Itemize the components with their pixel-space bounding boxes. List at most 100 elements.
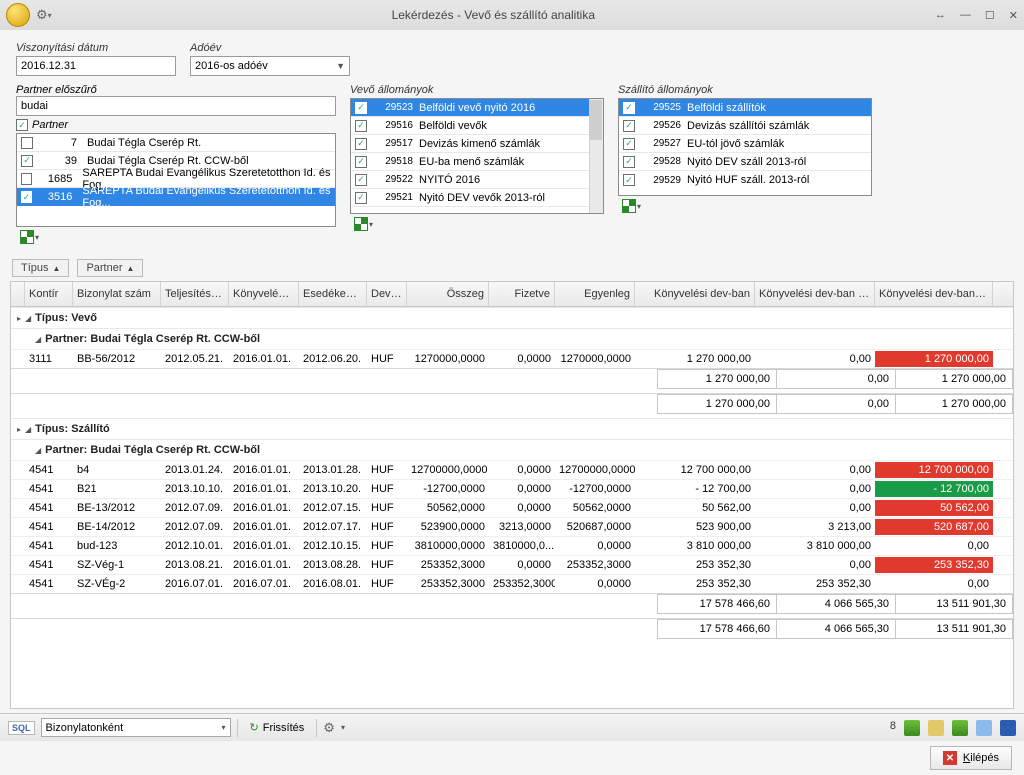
vevo-row[interactable]: ✓29523Belföldi vevő nyitó 2016 [351, 99, 603, 117]
partner-listbox[interactable]: 7Budai Tégla Cserép Rt. ✓ 39 Budai Tégla Cs… [16, 133, 336, 227]
partner-eloszuro-input[interactable] [16, 96, 336, 116]
data-row[interactable]: 4541 bud-123 2012.10.01. 2016.01.01. 201… [11, 536, 1013, 555]
app-logo-icon [6, 3, 30, 27]
col-biz[interactable]: Bizonylat szám [73, 282, 161, 306]
checkbox[interactable] [21, 137, 33, 149]
partner-group-header[interactable]: ◢ Partner: Budai Tégla Cserép Rt. CCW-bő… [11, 328, 1013, 349]
partner-name: Budai Tégla Cserép Rt. CCW-ből [87, 155, 249, 167]
partner-id: 7 [45, 137, 81, 149]
checkbox[interactable]: ✓ [355, 120, 367, 132]
checkbox[interactable]: ✓ [355, 192, 367, 204]
checkbox[interactable]: ✓ [355, 174, 367, 186]
item-id: 29522 [373, 174, 413, 185]
szallito-row[interactable]: ✓29526Devizás szállítói számlák [619, 117, 871, 135]
col-kdbe[interactable]: Könyvelési dev-ban eg... [875, 282, 993, 306]
sql-badge[interactable]: SQL [8, 721, 35, 735]
export-icon[interactable] [952, 720, 968, 736]
data-row[interactable]: 4541 B21 2013.10.10. 2016.01.01. 2013.10… [11, 479, 1013, 498]
vevo-row[interactable]: ✓29522NYITÓ 2016 [351, 171, 603, 189]
data-row[interactable]: 4541 SZ-Vég-1 2013.08.21. 2016.01.01. 20… [11, 555, 1013, 574]
partner-group-header[interactable]: ◢ Partner: Budai Tégla Cserép Rt. CCW-bő… [11, 439, 1013, 460]
col-dev[interactable]: Deviza [367, 282, 407, 306]
data-row[interactable]: 4541 SZ-VÉg-2 2016.07.01. 2016.07.01. 20… [11, 574, 1013, 593]
item-name: EU-ba menő számlák [419, 156, 524, 168]
col-kontir[interactable]: Kontír [25, 282, 73, 306]
refresh-icon: ↻ [250, 721, 259, 734]
checkbox[interactable]: ✓ [355, 156, 367, 168]
result-grid[interactable]: Kontír Bizonylat szám Teljesítési d... K… [10, 281, 1014, 709]
item-id: 29529 [641, 175, 681, 186]
checkbox[interactable]: ✓ [21, 191, 32, 203]
subtotal-row: 17 578 466,60 4 066 565,30 13 511 901,30 [11, 593, 1013, 614]
checkbox[interactable]: ✓ [623, 156, 635, 168]
checkbox[interactable] [21, 173, 32, 185]
viszonyitasi-datum-input[interactable] [16, 56, 176, 76]
vevo-row[interactable]: ✓29521Nyitó DEV vevők 2013-ról [351, 189, 603, 207]
partner-row[interactable]: 7Budai Tégla Cserép Rt. [17, 134, 335, 152]
exit-button[interactable]: ✕ KKilépésilépés [930, 746, 1012, 770]
group-header[interactable]: ▸ ◢ Típus: Vevő [11, 307, 1013, 328]
label-partner-eloszuro: Partner előszűrő [16, 84, 336, 96]
col-egy[interactable]: Egyenleg [555, 282, 635, 306]
checkbox[interactable]: ✓ [21, 155, 33, 167]
col-fiz[interactable]: Fizetve [489, 282, 555, 306]
scrollbar[interactable] [589, 99, 603, 213]
adoev-select[interactable]: 2016-os adóév ▼ [190, 56, 350, 76]
checkbox[interactable]: ✓ [623, 120, 635, 132]
item-id: 29517 [373, 138, 413, 149]
grid-filter-icon[interactable]: ▾ [16, 228, 43, 246]
checkbox[interactable]: ✓ [623, 174, 635, 186]
col-kdbf[interactable]: Könyvelési dev-ban fizetve [755, 282, 875, 306]
vevo-row[interactable]: ✓29517Devizás kimenő számlák [351, 135, 603, 153]
data-row[interactable]: 4541 BE-14/2012 2012.07.09. 2016.01.01. … [11, 517, 1013, 536]
export-xls-icében[interactable] [904, 720, 920, 736]
statusbar: SQL Bizonylatonként▾ ↻ Frissítés ⚙▾ 8 [0, 713, 1024, 741]
item-name: Belföldi vevők [419, 120, 487, 132]
data-row[interactable]: 4541 BE-13/2012 2012.07.09. 2016.01.01. … [11, 498, 1013, 517]
partner-master-checkbox[interactable]: ✓ [16, 119, 28, 131]
window-title: Lekérdezés - Vevő és szállító analitika [52, 8, 935, 22]
adoev-value: 2016-os adóév [195, 60, 268, 72]
grid-filter-icon[interactable]: ▾ [350, 215, 377, 233]
szallito-row[interactable]: ✓29527EU-tól jövő számlák [619, 135, 871, 153]
col-kony[interactable]: Könyvelési ... [229, 282, 299, 306]
data-row[interactable]: 4541 b4 2013.01.24. 2016.01.01. 2013.01.… [11, 460, 1013, 479]
groupby-partner[interactable]: Partner▲ [77, 259, 143, 277]
vevo-row[interactable]: ✓ 29518 EU-ba menő számlák [351, 153, 603, 171]
refresh-button[interactable]: ↻ Frissítés [244, 719, 311, 736]
send-icon[interactable] [976, 720, 992, 736]
checkbox[interactable]: ✓ [355, 102, 367, 114]
item-id: 29527 [641, 138, 681, 149]
mode-select[interactable]: Bizonylatonként▾ [41, 718, 231, 737]
sync-icon[interactable]: ↔ [935, 9, 946, 22]
checkbox[interactable]: ✓ [355, 138, 367, 150]
group-header[interactable]: ▸ ◢ Típus: Szállító [11, 418, 1013, 439]
col-esed[interactable]: Esedékesség [299, 282, 367, 306]
szallito-row[interactable]: ✓29525Belföldi szállítók [619, 99, 871, 117]
col-ossz[interactable]: Összeg [407, 282, 489, 306]
col-kdb[interactable]: Könyvelési dev-ban [635, 282, 755, 306]
panel-title-vevo: Vevő állományok [350, 84, 604, 96]
szallito-row[interactable]: ✓29528Nyitó DEV száll 2013-ról [619, 153, 871, 171]
checkbox[interactable]: ✓ [623, 138, 635, 150]
save-icon[interactable] [1000, 720, 1016, 736]
szallito-listbox[interactable]: ✓29525Belföldi szállítók✓29526Devizás sz… [618, 98, 872, 196]
grid-filter-icon[interactable]: ▾ [618, 197, 645, 215]
gear-icon[interactable]: ⚙ [36, 7, 48, 23]
copy-icon[interactable] [928, 720, 944, 736]
groupby-tipus[interactable]: Típus▲ [12, 259, 69, 277]
partner-name: SAREPTA Budai Evangélikus Szeretetotthon… [82, 185, 331, 209]
partner-row[interactable]: ✓3516SAREPTA Budai Evangélikus Szereteto… [17, 188, 335, 206]
gear-icon[interactable]: ⚙ [323, 720, 335, 736]
col-telj[interactable]: Teljesítési d... [161, 282, 229, 306]
vevo-listbox[interactable]: ✓29523Belföldi vevő nyitó 2016✓29516Belf… [350, 98, 604, 214]
szallito-row[interactable]: ✓29529Nyitó HUF száll. 2013-ról [619, 171, 871, 189]
maximize-icon[interactable]: ☐ [985, 9, 995, 22]
data-row[interactable]: 3111 BB-56/2012 2012.05.21. 2016.01.01. … [11, 349, 1013, 368]
partner-id: 39 [45, 155, 81, 167]
close-icon[interactable]: ✕ [1009, 9, 1018, 22]
checkbox[interactable]: ✓ [623, 102, 635, 114]
minimize-icon[interactable]: — [960, 9, 971, 22]
vevo-row[interactable]: ✓29516Belföldi vevők [351, 117, 603, 135]
item-id: 29518 [373, 156, 413, 167]
